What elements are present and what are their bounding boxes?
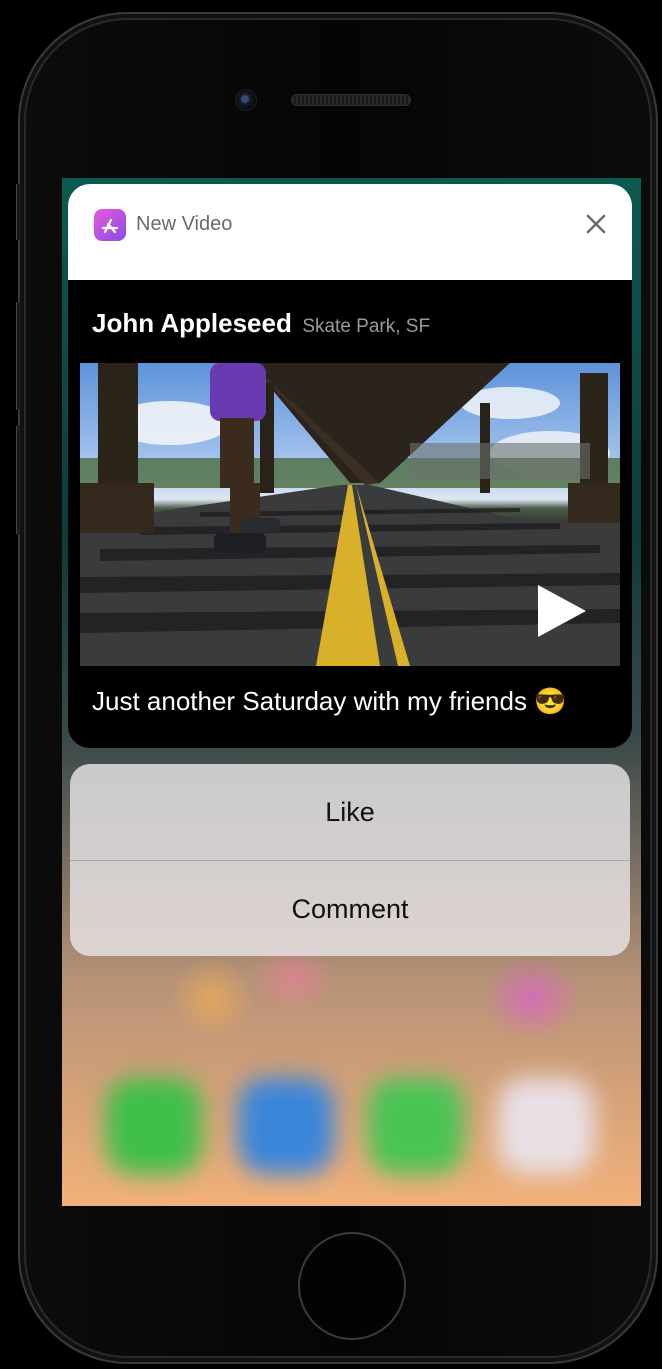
front-camera xyxy=(236,90,256,110)
volume-down-button xyxy=(16,426,21,534)
notification-card: New Video John Appleseed Skate Park, SF xyxy=(68,184,632,748)
play-button[interactable] xyxy=(530,581,590,641)
location-label: Skate Park, SF xyxy=(302,316,431,337)
music-app-icon xyxy=(498,1078,594,1174)
app-store-icon xyxy=(94,209,126,241)
author-name: John Appleseed xyxy=(92,308,292,338)
mute-switch xyxy=(16,184,21,240)
author-line: John Appleseed Skate Park, SF xyxy=(92,308,430,339)
earpiece-speaker xyxy=(292,95,410,105)
video-player[interactable] xyxy=(80,363,620,666)
notification-header: New Video xyxy=(68,184,632,280)
app-name-label: New Video xyxy=(136,213,233,235)
comment-button[interactable]: Comment xyxy=(70,860,630,956)
like-button[interactable]: Like xyxy=(70,764,630,860)
home-button[interactable] xyxy=(298,1232,406,1340)
volume-up-button xyxy=(16,302,21,410)
safari-app-icon xyxy=(238,1078,334,1174)
close-icon xyxy=(586,214,606,234)
phone-app-icon xyxy=(106,1078,202,1174)
play-icon xyxy=(538,585,586,637)
quick-actions-menu: Like Comment xyxy=(70,764,630,956)
close-button[interactable] xyxy=(580,208,612,240)
messages-app-icon xyxy=(368,1078,464,1174)
notification-caption: Just another Saturday with my friends 😎 xyxy=(92,686,567,716)
